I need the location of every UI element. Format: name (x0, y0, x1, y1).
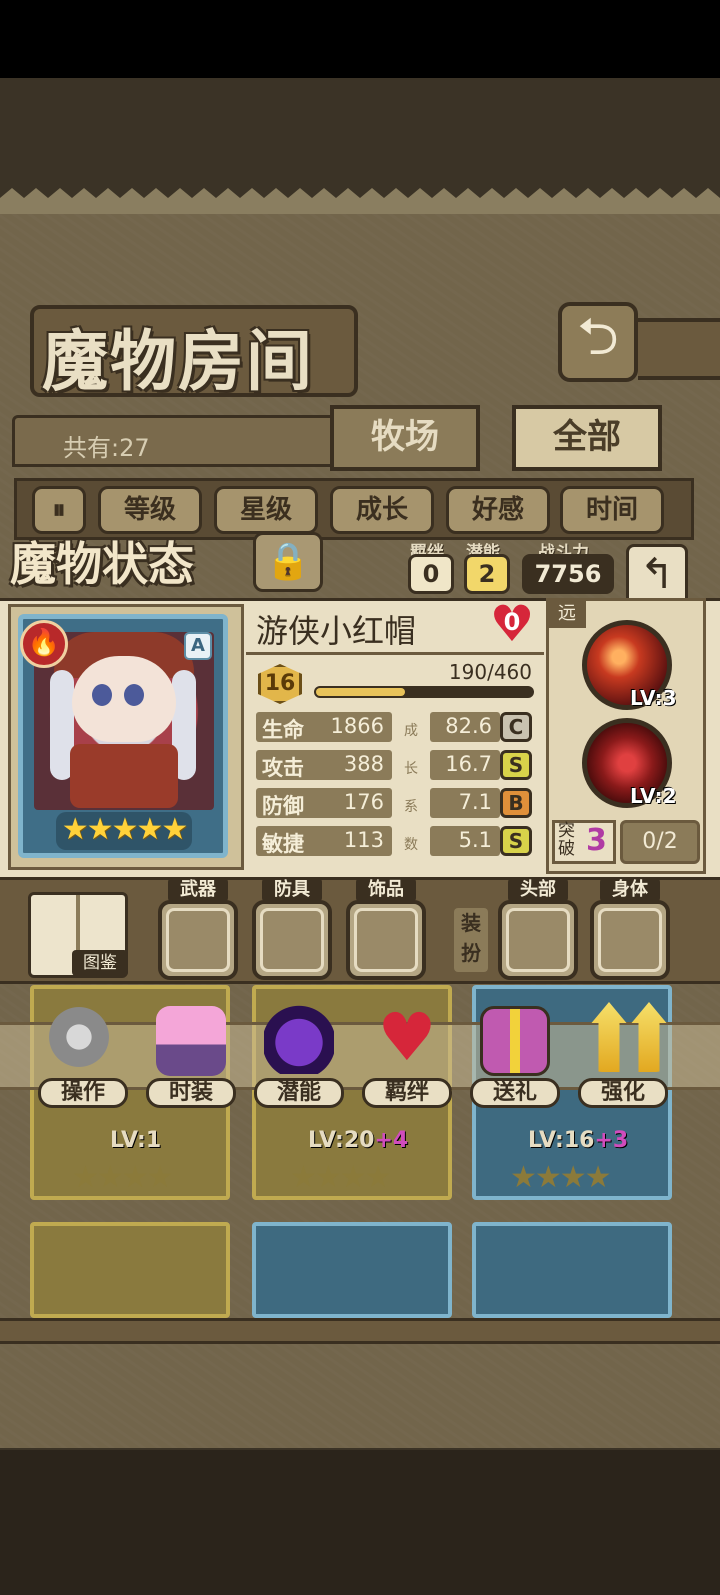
lock-button[interactable]: 🔒 (253, 532, 323, 592)
body-slot-inner (598, 908, 662, 972)
stat-label: 敏捷 (262, 832, 304, 856)
slot-label-body: 身体 (600, 878, 660, 902)
sort-level-button[interactable]: 等级 (98, 486, 202, 534)
tab-all-label: 全部 (553, 417, 621, 457)
pause-icon: ⏸ (52, 495, 66, 525)
roster-card[interactable] (472, 1222, 672, 1318)
codex-label: 图鉴 (72, 950, 128, 976)
affinity-value: 0 (503, 608, 521, 636)
demon-icon (264, 1004, 334, 1074)
tab-ranch[interactable]: 牧场 (330, 405, 480, 471)
breakthrough-label: 突破 (558, 821, 575, 859)
gift-box-icon (480, 1006, 550, 1076)
range-tag: 远 (548, 600, 586, 628)
top-zigzag-border (0, 188, 720, 214)
stat-label: 防御 (262, 794, 304, 818)
coat (70, 744, 178, 808)
tab-ranch-label: 牧场 (371, 417, 439, 457)
close-status-button[interactable]: ↰ (626, 544, 688, 606)
operate-label: 操作 (38, 1078, 128, 1108)
growth-caption-char: 数 (404, 837, 418, 853)
roster-stars: ★★★★ (290, 1160, 392, 1195)
growth-value: 16.7 (445, 752, 492, 776)
stat-label: 生命 (262, 718, 304, 742)
roster-stars: ★★★★ (72, 1160, 174, 1195)
growth-caption-char: 系 (404, 799, 418, 815)
slot-label-accessory: 饰品 (356, 878, 416, 902)
potential-value: 2 (464, 554, 510, 594)
growth-grade: C (500, 712, 532, 742)
tab-all[interactable]: 全部 (512, 405, 662, 471)
sort-affinity-button[interactable]: 好感 (446, 486, 550, 534)
sort-order-toggle[interactable]: ⏸ (32, 486, 86, 534)
background-lower (0, 1450, 720, 1595)
roster-level: LV:16+3 (528, 1128, 629, 1153)
accessory-slot-inner (354, 908, 418, 972)
fashion-label: 时装 (146, 1078, 236, 1108)
monster-count: 共有:27 (12, 415, 342, 467)
weapon-slot-inner (166, 908, 230, 972)
outfit-icon (156, 1006, 226, 1076)
growth-value: 82.6 (445, 714, 492, 738)
eye-right (124, 684, 144, 706)
growth-grade: S (500, 826, 532, 856)
stat-value: 1866 (330, 714, 384, 738)
armor-slot-inner (260, 908, 324, 972)
gift-label: 送礼 (470, 1078, 560, 1108)
page-title: 魔物房间 (42, 323, 314, 400)
status-bar (0, 0, 720, 78)
slot-label-armor: 防具 (262, 878, 322, 902)
roster-level: LV:1 (110, 1128, 162, 1153)
stat-value: 388 (343, 752, 384, 776)
stat-value: 113 (343, 828, 384, 852)
skill-level: LV:2 (630, 784, 677, 808)
back-arrow-icon: ⮌ (577, 306, 619, 367)
roster-card[interactable] (30, 1222, 230, 1318)
exp-bar-fill (316, 688, 405, 696)
sort-time-button[interactable]: 时间 (560, 486, 664, 534)
sort-growth-button[interactable]: 成长 (330, 486, 434, 534)
breakthrough-value: 3 (586, 823, 607, 858)
monster-stars: ★★★★★ (56, 812, 192, 850)
rank-badge: A (184, 632, 212, 660)
growth-grade: S (500, 750, 532, 780)
roster-card[interactable] (252, 1222, 452, 1318)
stat-label: 攻击 (262, 756, 304, 780)
growth-value: 5.1 (458, 828, 492, 852)
growth-grade: B (500, 788, 532, 818)
gear-icon (44, 1002, 114, 1072)
bond-action-label: 羁绊 (362, 1078, 452, 1108)
exp-text: 190/460 (448, 660, 532, 684)
slot-label-head: 头部 (508, 878, 568, 902)
return-arrow-icon: ↰ (639, 549, 675, 598)
lock-icon: 🔒 (265, 541, 311, 582)
roster-stars: ★★★★ (510, 1160, 612, 1195)
breakthrough-progress[interactable]: 0/2 (620, 820, 700, 864)
fire-element-icon: 🔥 (20, 620, 68, 668)
slot-label-weapon: 武器 (168, 878, 228, 902)
bond-value: 0 (408, 554, 454, 594)
head-slot-inner (506, 908, 570, 972)
dress-up-label: 装扮 (454, 908, 488, 972)
back-button[interactable]: ⮌ (558, 302, 638, 382)
power-value: 7756 (522, 554, 614, 594)
eye-left (92, 684, 112, 706)
growth-caption-char: 长 (404, 761, 418, 777)
skill-level: LV:3 (630, 686, 677, 710)
roster-bottom-rail (0, 1318, 720, 1344)
roster-level: LV:20+4 (308, 1128, 409, 1153)
hearts-icon: ♥ (377, 999, 437, 1076)
stat-value: 176 (343, 790, 384, 814)
growth-value: 7.1 (458, 790, 492, 814)
back-rail (638, 318, 720, 380)
monster-status-title: 魔物状态 (10, 537, 194, 591)
growth-caption-char: 成 (404, 723, 418, 739)
potential-action-label: 潜能 (254, 1078, 344, 1108)
enhance-label: 强化 (578, 1078, 668, 1108)
sort-star-button[interactable]: 星级 (214, 486, 318, 534)
